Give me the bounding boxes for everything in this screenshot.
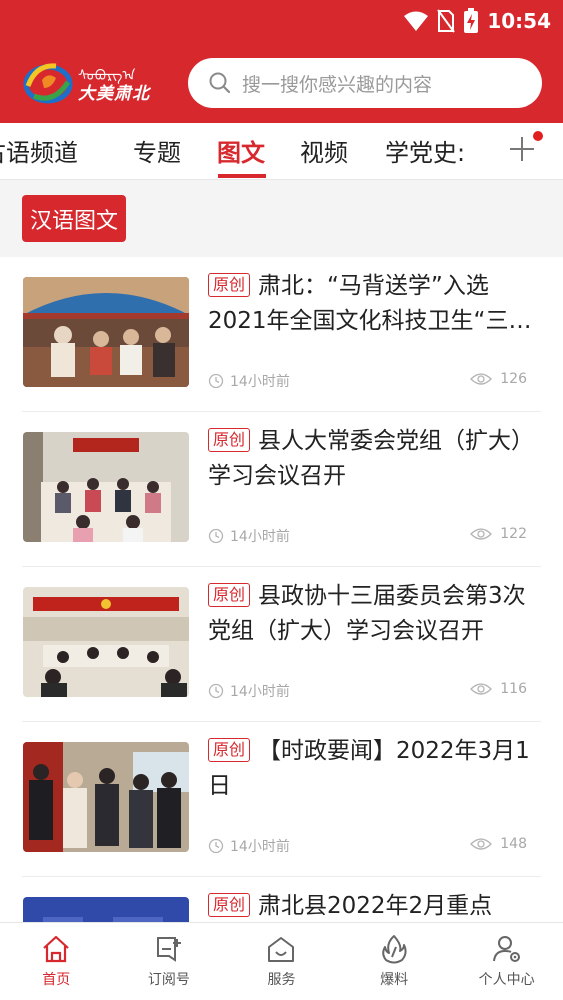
home-icon xyxy=(43,935,70,963)
no-sim-icon xyxy=(437,9,456,33)
logo-mongolian-text: ᠰᠤᠪᠤᠷᠭ᠎ᠠ xyxy=(78,67,136,84)
logo-chinese-text: 大美肃北 xyxy=(78,83,150,104)
nav-home[interactable]: 首页 xyxy=(0,923,113,1000)
article-time-text: 14小时前 xyxy=(230,374,290,390)
article-views-count: 126 xyxy=(500,371,527,387)
nav-subscribe[interactable]: 订阅号 xyxy=(113,923,226,1000)
article-time-text: 14小时前 xyxy=(230,529,290,545)
tabs-fade xyxy=(470,123,510,179)
eye-icon xyxy=(470,683,493,695)
logo-mark-icon xyxy=(23,63,73,104)
flame-icon xyxy=(382,935,407,964)
article-title: 肃北：“马背送学”入选2021年全国文化科技卫生“三下乡” xyxy=(208,273,532,334)
clock-icon xyxy=(208,373,224,389)
tab-graphic-articles[interactable]: 图文 xyxy=(217,133,265,168)
notification-dot xyxy=(533,131,543,141)
original-tag: 原创 xyxy=(208,583,251,607)
nav-profile[interactable]: 个人中心 xyxy=(450,923,563,1000)
article-item[interactable]: 原创 肃北县2022年2月重点 xyxy=(0,877,563,922)
tab-guyu-channel[interactable]: 古语频道 xyxy=(0,133,78,168)
article-list: 原创肃北：“马背送学”入选2021年全国文化科技卫生“三下乡” 14小时前 12… xyxy=(0,257,563,922)
article-time: 14小时前 xyxy=(208,836,290,856)
article-item[interactable]: 原创肃北：“马背送学”入选2021年全国文化科技卫生“三下乡” 14小时前 12… xyxy=(0,257,563,412)
article-title: 县政协十三届委员会第3次党组（扩大）学习会议召开 xyxy=(208,583,526,644)
nav-service[interactable]: 服务 xyxy=(225,923,338,1000)
article-title: 【时政要闻】2022年3月1日 xyxy=(208,738,530,799)
app-logo[interactable]: ᠰᠤᠪᠤᠷᠭ᠎ᠠ 大美肃北 xyxy=(22,58,150,106)
add-channel-icon[interactable] xyxy=(507,134,537,164)
status-bar: 10:54 xyxy=(403,6,551,36)
app-header: 10:54 ᠰᠤᠪᠤᠷᠭ᠎ᠠ 大美肃北 搜一搜你感兴趣的内容 xyxy=(0,0,563,123)
active-tab-indicator xyxy=(218,174,266,178)
article-views-count: 122 xyxy=(500,526,527,542)
article-title-block: 原创 县人大常委会党组（扩大）学习会议召开 xyxy=(208,424,541,494)
eye-icon xyxy=(470,838,493,850)
subtab-chinese-articles[interactable]: 汉语图文 xyxy=(22,195,127,242)
nav-profile-label: 个人中心 xyxy=(478,972,535,988)
article-time: 14小时前 xyxy=(208,681,290,701)
search-placeholder: 搜一搜你感兴趣的内容 xyxy=(242,73,433,96)
profile-icon xyxy=(492,936,520,962)
original-tag: 原创 xyxy=(208,738,251,762)
status-time: 10:54 xyxy=(487,9,551,33)
search-bar[interactable]: 搜一搜你感兴趣的内容 xyxy=(188,58,542,108)
article-views: 148 xyxy=(470,836,527,852)
clock-icon xyxy=(208,683,224,699)
nav-home-label: 首页 xyxy=(42,972,71,988)
article-title: 县人大常委会党组（扩大）学习会议召开 xyxy=(208,428,535,489)
tab-topics[interactable]: 专题 xyxy=(133,133,181,168)
article-thumbnail xyxy=(23,742,189,852)
bottom-navigation: 首页 订阅号 服务 爆料 个人中心 xyxy=(0,922,563,1000)
eye-icon xyxy=(470,373,493,385)
article-title-block: 原创 肃北县2022年2月重点 xyxy=(208,889,541,922)
nav-service-label: 服务 xyxy=(267,972,296,988)
tab-video[interactable]: 视频 xyxy=(300,133,348,168)
article-time-text: 14小时前 xyxy=(230,839,290,855)
article-thumbnail xyxy=(23,587,189,697)
battery-charging-icon xyxy=(463,8,479,34)
article-time-text: 14小时前 xyxy=(230,684,290,700)
article-item[interactable]: 原创 县人大常委会党组（扩大）学习会议召开 14小时前 122 xyxy=(0,412,563,567)
subtab-bar: 汉语图文 xyxy=(0,181,563,257)
article-time: 14小时前 xyxy=(208,371,290,391)
wifi-icon xyxy=(403,10,429,32)
article-time: 14小时前 xyxy=(208,526,290,546)
channel-tabs: 古语频道 专题 图文 视频 学党史: xyxy=(0,123,563,180)
article-views: 126 xyxy=(470,371,527,387)
nav-tips-label: 爆料 xyxy=(380,972,409,988)
article-views: 116 xyxy=(470,681,527,697)
tab-party-history[interactable]: 学党史: xyxy=(385,133,465,168)
original-tag: 原创 xyxy=(208,893,251,917)
original-tag: 原创 xyxy=(208,273,251,297)
article-thumbnail xyxy=(23,432,189,542)
article-thumbnail xyxy=(23,277,189,387)
original-tag: 原创 xyxy=(208,428,251,452)
subscribe-icon xyxy=(156,937,181,962)
search-icon xyxy=(209,72,231,94)
article-title: 肃北县2022年2月重点 xyxy=(258,893,493,919)
clock-icon xyxy=(208,528,224,544)
eye-icon xyxy=(470,528,493,540)
nav-tips[interactable]: 爆料 xyxy=(338,923,451,1000)
article-thumbnail xyxy=(23,897,189,922)
article-title-block: 原创肃北：“马背送学”入选2021年全国文化科技卫生“三下乡” xyxy=(208,269,541,339)
nav-subscribe-label: 订阅号 xyxy=(147,972,190,988)
article-views-count: 116 xyxy=(500,681,527,697)
article-title-block: 原创 【时政要闻】2022年3月1日 xyxy=(208,734,541,804)
article-views: 122 xyxy=(470,526,527,542)
article-item[interactable]: 原创 县政协十三届委员会第3次党组（扩大）学习会议召开 14小时前 116 xyxy=(0,567,563,722)
article-views-count: 148 xyxy=(500,836,527,852)
article-title-block: 原创 县政协十三届委员会第3次党组（扩大）学习会议召开 xyxy=(208,579,541,649)
article-item[interactable]: 原创 【时政要闻】2022年3月1日 14小时前 148 xyxy=(0,722,563,877)
service-icon xyxy=(268,937,295,962)
clock-icon xyxy=(208,838,224,854)
